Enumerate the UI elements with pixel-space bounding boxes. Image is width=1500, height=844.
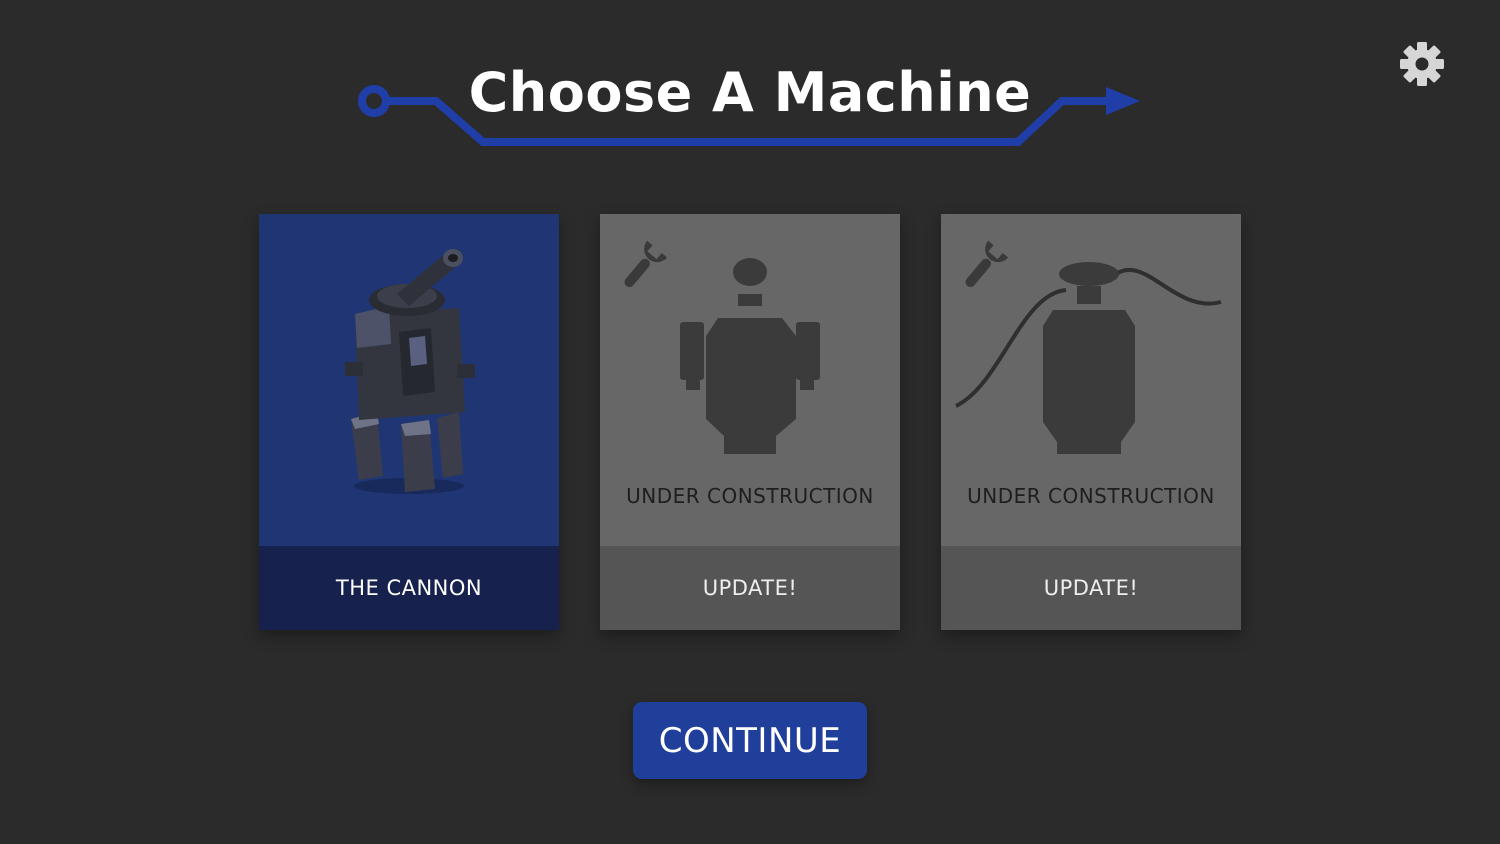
machine-card-art: [259, 214, 559, 546]
update-label: UPDATE!: [941, 546, 1241, 630]
cannon-machine-icon: [345, 249, 475, 494]
settings-button[interactable]: [1396, 38, 1448, 90]
machine-card-cannon[interactable]: THE CANNON: [259, 214, 559, 630]
wrench-icon: [965, 240, 1009, 288]
machine-card-locked-1[interactable]: UNDER CONSTRUCTION UPDATE!: [600, 214, 900, 630]
machine-card-art: UNDER CONSTRUCTION: [600, 214, 900, 546]
title-banner: Choose A Machine: [350, 50, 1150, 160]
continue-button[interactable]: CONTINUE: [633, 702, 867, 779]
update-label: UPDATE!: [600, 546, 900, 630]
gear-icon: [1400, 42, 1444, 86]
machine-name: THE CANNON: [259, 546, 559, 630]
machine-select-screen: Choose A Machine THE CANNON UNDER CONSTR…: [0, 0, 1500, 844]
status-label: UNDER CONSTRUCTION: [967, 484, 1215, 508]
wrench-icon: [624, 240, 668, 288]
status-label: UNDER CONSTRUCTION: [626, 484, 874, 508]
machine-card-art: UNDER CONSTRUCTION: [941, 214, 1241, 546]
page-title: Choose A Machine: [468, 61, 1032, 124]
machine-card-locked-2[interactable]: UNDER CONSTRUCTION UPDATE!: [941, 214, 1241, 630]
